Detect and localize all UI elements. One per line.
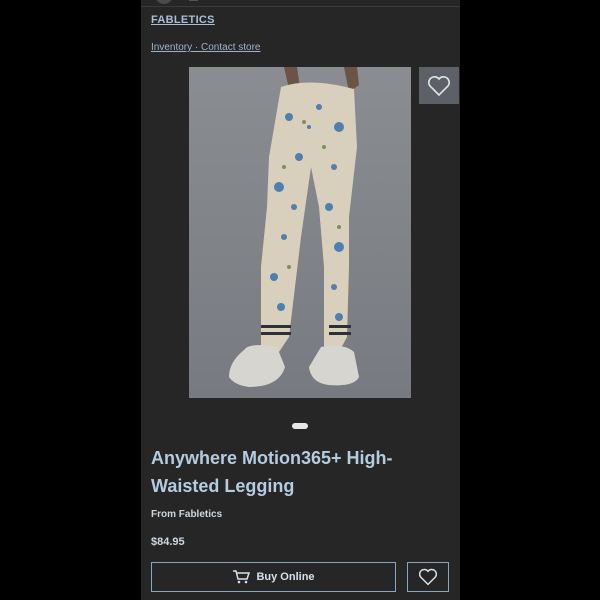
status-bar: g xyxy=(141,0,460,7)
heart-icon xyxy=(418,568,438,586)
favorite-button-top[interactable] xyxy=(419,67,459,104)
carousel-indicator[interactable] xyxy=(292,423,308,429)
status-icon xyxy=(189,0,198,1)
product-price: $84.95 xyxy=(151,536,185,548)
buy-online-button[interactable]: Buy Online xyxy=(151,562,396,592)
inventory-contact-links[interactable]: Inventory · Contact store xyxy=(151,42,261,53)
status-avatar xyxy=(155,0,173,4)
product-page: g FABLETICS Inventory · Contact store xyxy=(141,0,460,600)
brand-link[interactable]: FABLETICS xyxy=(151,14,215,26)
favorite-button-bottom[interactable] xyxy=(407,562,449,592)
cart-icon xyxy=(233,570,251,584)
product-image[interactable] xyxy=(189,67,411,398)
seller-label: From Fabletics xyxy=(151,509,223,520)
buy-online-label: Buy Online xyxy=(256,571,315,583)
heart-icon xyxy=(428,75,450,96)
legging-illustration xyxy=(229,67,359,387)
product-title: Anywhere Motion365+ High-Waisted Legging xyxy=(151,448,393,496)
